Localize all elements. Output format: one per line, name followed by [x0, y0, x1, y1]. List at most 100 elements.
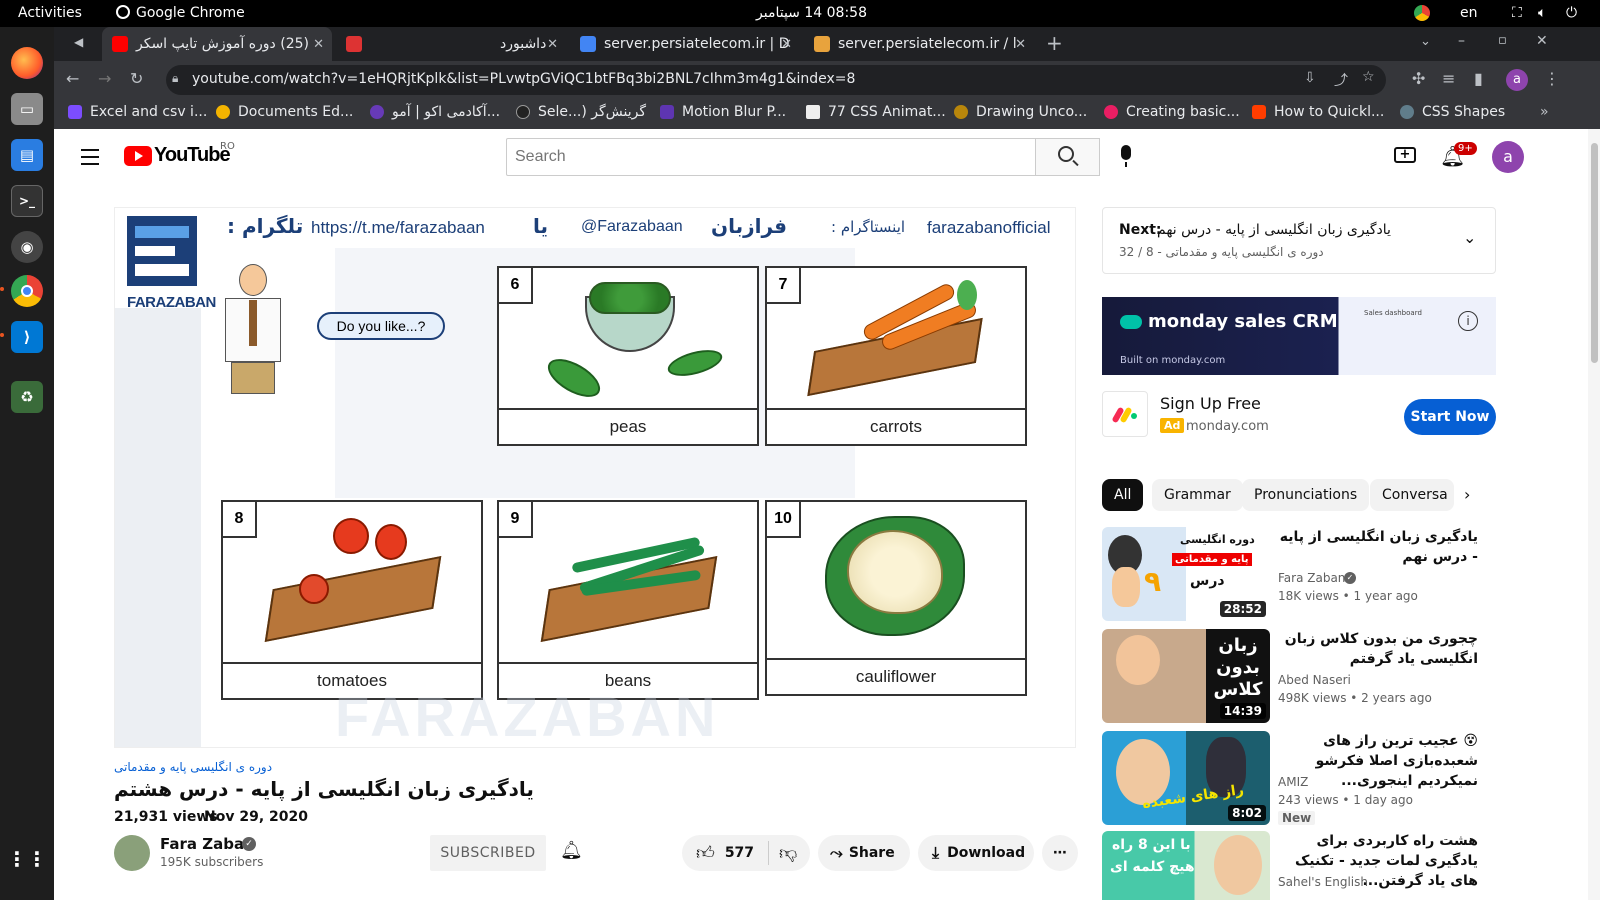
download-button[interactable]: ⤓ Download: [918, 835, 1034, 871]
like-count[interactable]: 577: [725, 845, 754, 861]
advertiser-logo-icon[interactable]: [1102, 391, 1148, 437]
video-player[interactable]: FARAZABAN تلگرام : https://t.me/farazaba…: [114, 207, 1076, 748]
voice-search-icon[interactable]: [1114, 143, 1138, 171]
network-icon[interactable]: ⛶: [1512, 5, 1522, 21]
profile-avatar[interactable]: a: [1506, 69, 1528, 91]
firefox-icon[interactable]: [11, 47, 43, 79]
info-icon[interactable]: i: [1458, 311, 1478, 331]
playlist-link[interactable]: دوره ی انگلیسی پایه و مقدماتی: [114, 760, 272, 774]
close-icon[interactable]: ✕: [781, 37, 792, 52]
bookmark-item[interactable]: Documents Ed...: [216, 104, 353, 120]
bookmark-item[interactable]: آکادمی اکو | آمو...: [370, 104, 500, 120]
chip-all[interactable]: All: [1102, 479, 1144, 511]
media-icon[interactable]: ≡: [1442, 69, 1455, 88]
youtube-logo-icon[interactable]: [124, 146, 152, 166]
rec-item[interactable]: با این 8 راه هیچ کلمه ای هشت راه کاربردی…: [1102, 831, 1502, 900]
address-bar[interactable]: 🔒︎ youtube.com/watch?v=1eHQRjtKplk&list=…: [166, 65, 1386, 95]
install-icon[interactable]: ⇩: [1304, 70, 1316, 86]
ad-banner[interactable]: monday sales CRM Sales dashboard i Built…: [1102, 297, 1496, 375]
close-icon[interactable]: ✕: [547, 37, 558, 52]
rec-title[interactable]: یادگیری زبان انگلیسی از پایه - درس نهم: [1278, 527, 1478, 567]
side-panel-icon[interactable]: ▮: [1474, 69, 1483, 88]
tab-dashboard[interactable]: داشبورد ✕: [336, 27, 566, 61]
menu-icon[interactable]: [81, 149, 99, 165]
files-icon[interactable]: ▭: [11, 93, 43, 125]
account-avatar[interactable]: a: [1492, 141, 1524, 173]
chips-next-icon[interactable]: ›: [1464, 485, 1470, 504]
terminal-icon[interactable]: >_: [11, 185, 43, 217]
youtube-logo-text[interactable]: YouTube: [154, 144, 231, 167]
thumbs-down-icon[interactable]: 👎︎: [779, 842, 797, 864]
forward-icon[interactable]: →: [98, 69, 111, 88]
bookmark-item[interactable]: Creating basic...: [1104, 104, 1240, 120]
extensions-icon[interactable]: ✣: [1412, 69, 1425, 88]
app-menu[interactable]: Google Chrome: [116, 5, 245, 21]
rec-thumbnail[interactable]: دوره انگلیسی پایه و مقدماتی ۹ درس 28:52: [1102, 527, 1270, 621]
chip-conversation[interactable]: Conversa: [1370, 479, 1454, 511]
scrollbar-thumb[interactable]: [1591, 143, 1598, 363]
activities-button[interactable]: Activities: [18, 5, 82, 21]
volume-icon[interactable]: 🔈︎: [1538, 5, 1546, 21]
trash-icon[interactable]: ♻: [11, 381, 43, 413]
close-icon[interactable]: ✕: [313, 37, 324, 52]
channel-avatar[interactable]: [114, 835, 150, 871]
vscode-icon[interactable]: ⟩: [11, 321, 43, 353]
tab-search-audio-icon[interactable]: ◀: [74, 35, 83, 49]
window-close-icon[interactable]: ✕: [1536, 33, 1548, 49]
bookmark-item[interactable]: 77 CSS Animat...: [806, 104, 946, 120]
clock[interactable]: 08:58 14 سپتامبر: [756, 5, 867, 21]
search-input[interactable]: [506, 138, 1036, 176]
rec-channel[interactable]: Fara Zaban: [1278, 571, 1345, 585]
bookmark-item[interactable]: How to Quickl...: [1252, 104, 1384, 120]
rec-item[interactable]: راز های شعبده 8:02 😵 عجیب ترین راز های ش…: [1102, 731, 1502, 825]
channel-name[interactable]: Fara Zaban: [160, 835, 255, 853]
search-button[interactable]: [1036, 138, 1100, 176]
minimize-icon[interactable]: –: [1458, 33, 1465, 49]
close-icon[interactable]: ✕: [1015, 37, 1026, 52]
rec-title[interactable]: چجوری من بدون کلاس زبان انگلیسی یاد گرفت…: [1278, 629, 1478, 669]
tab-list-icon[interactable]: ⌄: [1420, 34, 1431, 49]
rec-item[interactable]: زبان بدون کلاس 14:39 چجوری من بدون کلاس …: [1102, 629, 1502, 723]
chip-pronunciations[interactable]: Pronunciations: [1242, 479, 1370, 511]
bookmarks-overflow-icon[interactable]: »: [1540, 104, 1549, 120]
bookmark-item[interactable]: Drawing Unco...: [954, 104, 1087, 120]
share-button[interactable]: ⤳ Share: [818, 835, 910, 871]
bookmark-item[interactable]: Excel and csv i...: [68, 104, 207, 120]
rec-item[interactable]: دوره انگلیسی پایه و مقدماتی ۹ درس 28:52 …: [1102, 527, 1502, 621]
back-icon[interactable]: ←: [66, 69, 79, 88]
language-indicator[interactable]: en: [1460, 5, 1478, 21]
more-actions-icon[interactable]: ⋯: [1042, 835, 1078, 871]
bookmark-item[interactable]: Motion Blur P...: [660, 104, 786, 120]
playlist-next-panel[interactable]: Next: یادگیری زبان انگلیسی از پایه - درس…: [1102, 207, 1496, 274]
chip-grammar[interactable]: Grammar: [1152, 479, 1243, 511]
show-apps-icon[interactable]: ⋮⋮: [7, 843, 47, 875]
create-video-icon[interactable]: +: [1394, 147, 1416, 163]
share-page-icon[interactable]: ⤴: [1334, 70, 1348, 90]
rec-channel[interactable]: AMIZ: [1278, 775, 1308, 789]
chrome-dock-icon[interactable]: [11, 275, 43, 307]
reload-icon[interactable]: ↻: [130, 69, 143, 88]
page-scrollbar[interactable]: [1588, 129, 1600, 900]
bookmark-item[interactable]: CSS Shapes: [1400, 104, 1505, 120]
new-tab-button[interactable]: +: [1046, 31, 1063, 55]
chrome-menu-icon[interactable]: ⋮: [1544, 69, 1560, 88]
power-icon[interactable]: ⏻: [1566, 5, 1577, 21]
rec-thumbnail[interactable]: زبان بدون کلاس 14:39: [1102, 629, 1270, 723]
start-now-button[interactable]: Start Now: [1404, 399, 1496, 435]
bookmark-item[interactable]: Sele...) گرینش‌گر: [516, 104, 646, 120]
chrome-tray-icon[interactable]: [1414, 5, 1430, 21]
notification-bell-icon[interactable]: 🔔︎: [560, 840, 583, 861]
subscribed-button[interactable]: SUBSCRIBED: [430, 835, 546, 871]
tab-youtube[interactable]: (25) دوره آموزش تایپ اسکر ✕: [102, 27, 332, 61]
rec-thumbnail[interactable]: با این 8 راه هیچ کلمه ای: [1102, 831, 1270, 900]
rec-thumbnail[interactable]: راز های شعبده 8:02: [1102, 731, 1270, 825]
bookmark-star-icon[interactable]: ☆: [1362, 69, 1375, 85]
tab-server-1[interactable]: server.persiatelecom.ir | D ✕: [570, 27, 800, 61]
rhythmbox-icon[interactable]: ◉: [11, 231, 43, 263]
tab-server-2[interactable]: server.persiatelecom.ir / l ✕: [804, 27, 1034, 61]
rec-channel[interactable]: Abed Naseri: [1278, 673, 1351, 687]
ad-title[interactable]: Sign Up Free: [1160, 394, 1261, 413]
maximize-icon[interactable]: ▫: [1498, 33, 1507, 48]
rec-channel[interactable]: Sahel's English: [1278, 875, 1368, 889]
thumbs-up-icon[interactable]: 👍︎: [696, 842, 715, 864]
